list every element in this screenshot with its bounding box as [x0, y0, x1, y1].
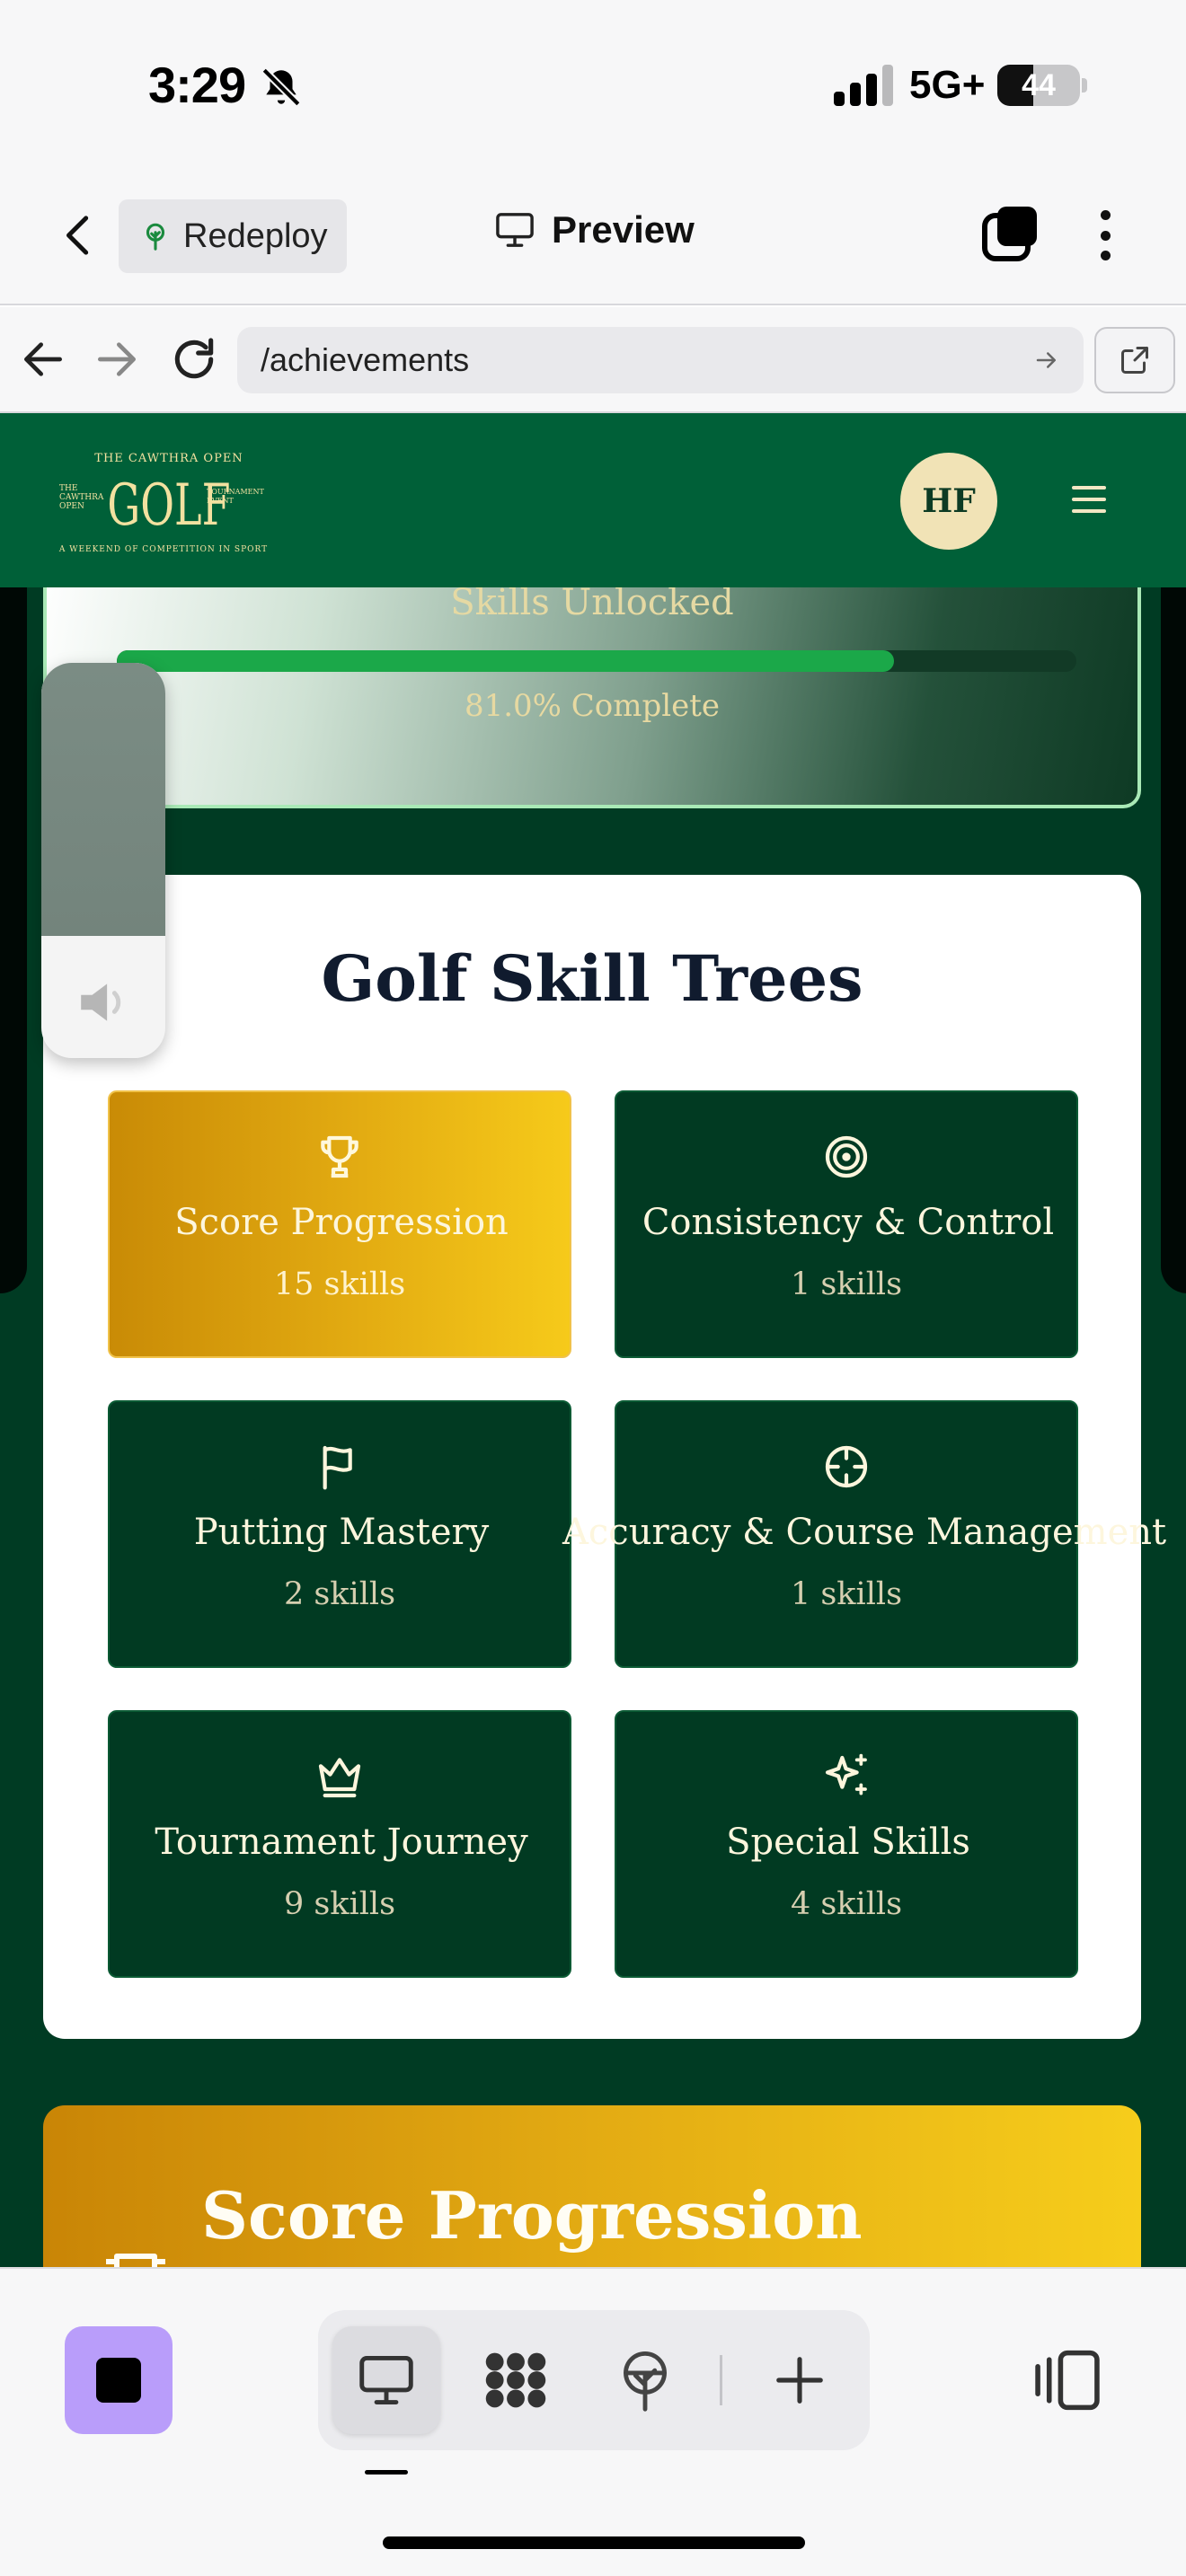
home-indicator: [383, 2536, 805, 2549]
skill-tree-label: Score Progression: [174, 1202, 509, 1243]
user-avatar[interactable]: HF: [900, 453, 997, 550]
go-arrow-icon[interactable]: [1033, 347, 1060, 374]
trophy-icon: [321, 1135, 358, 1178]
target-icon: [825, 1135, 868, 1178]
deploy-view-button[interactable]: [591, 2326, 699, 2434]
redeploy-label: Redeploy: [183, 216, 328, 255]
stop-button[interactable]: [65, 2326, 173, 2434]
skill-tree-count: 1 skills: [790, 1266, 903, 1302]
skill-tree-count: 4 skills: [790, 1886, 903, 1922]
crosshair-icon: [825, 1445, 868, 1488]
url-field[interactable]: /achievements: [237, 327, 1084, 393]
grid-dots-icon: [485, 2352, 546, 2408]
tree-icon: [146, 223, 165, 251]
skill-tree-label: Putting Mastery: [193, 1512, 490, 1553]
separator: [720, 2355, 722, 2405]
skills-unlocked-label: Skills Unlocked: [450, 582, 734, 623]
stop-icon: [96, 2358, 141, 2403]
progress-percent: 81.0% Complete: [464, 688, 721, 724]
cawthra-open-golf-logo[interactable]: THE CAWTHRA OPEN THE CAWTHRA OPEN GOLF T…: [56, 446, 271, 562]
sparkles-icon: [825, 1753, 867, 1795]
flag-icon: [323, 1445, 352, 1490]
monitor-icon: [496, 213, 534, 247]
reload-icon[interactable]: [169, 334, 219, 384]
redeploy-button[interactable]: Redeploy: [119, 199, 347, 273]
skill-tree-count: 1 skills: [790, 1576, 903, 1612]
svg-text:A WEEKEND OF COMPETITION IN SP: A WEEKEND OF COMPETITION IN SPORT: [58, 545, 268, 554]
crown-icon: [318, 1758, 361, 1798]
battery-icon: 44: [997, 65, 1080, 106]
address-bar: /achievements: [0, 307, 1186, 413]
side-shadow-right: [1161, 557, 1186, 1293]
skill-tree-tournament-journey[interactable]: Tournament Journey 9 skills: [108, 1710, 571, 1978]
svg-text:THE CAWTHRA OPEN: THE CAWTHRA OPEN: [94, 452, 243, 465]
site-header: THE CAWTHRA OPEN THE CAWTHRA OPEN GOLF T…: [0, 413, 1186, 587]
trophy-icon: [106, 2254, 165, 2267]
skill-trees-panel: Golf Skill Trees Score Progression 15 sk…: [43, 875, 1166, 2039]
url-text: /achievements: [261, 341, 470, 378]
volume-level: [41, 663, 165, 936]
battery-level: 44: [1022, 68, 1056, 102]
svg-text:THE: THE: [59, 484, 77, 493]
status-bar: 3:29 5G+ 44: [0, 0, 1186, 171]
skill-tree-special-skills[interactable]: Special Skills 4 skills: [615, 1710, 1078, 1978]
active-view-underline: [365, 2470, 408, 2475]
battery-nub: [1082, 78, 1087, 93]
skill-tree-label: Accuracy & Course Management: [562, 1512, 1167, 1553]
signal-icon: [834, 65, 893, 106]
score-progression-title: Score Progression: [201, 2177, 863, 2254]
side-panel-icon[interactable]: [1033, 2346, 1102, 2414]
svg-text:TOURNAMENT: TOURNAMENT: [207, 488, 264, 496]
browser-back-icon[interactable]: [18, 334, 68, 384]
open-external-button[interactable]: [1094, 327, 1175, 393]
speaker-icon: [81, 984, 121, 1021]
skill-tree-accuracy-course-management[interactable]: Accuracy & Course Management 1 skills: [562, 1400, 1166, 1668]
skill-trees-title: Golf Skill Trees: [321, 941, 863, 1016]
desktop-view-button[interactable]: [332, 2326, 440, 2434]
svg-text:CAWTHRA: CAWTHRA: [59, 493, 104, 502]
network-type: 5G+: [909, 63, 986, 107]
svg-text:GOLF: GOLF: [107, 472, 230, 539]
view-switcher: [318, 2310, 870, 2450]
svg-text:OPEN: OPEN: [59, 502, 84, 511]
skill-tree-consistency-control[interactable]: Consistency & Control 1 skills: [615, 1090, 1078, 1358]
side-shadow-left: [0, 557, 27, 1293]
bottom-bar: [0, 2267, 1186, 2576]
skill-tree-score-progression[interactable]: Score Progression 15 skills: [108, 1090, 571, 1358]
skill-tree-count: 9 skills: [283, 1886, 396, 1922]
progress-bar: [117, 650, 1076, 672]
menu-icon[interactable]: [1072, 486, 1106, 513]
progress-bar-fill: [117, 650, 895, 672]
site-viewport: Skills Unlocked 81.0% Complete THE CAWTH…: [0, 413, 1186, 2267]
skill-tree-count: 15 skills: [273, 1266, 406, 1302]
more-options-button[interactable]: [1085, 207, 1125, 264]
status-time: 3:29: [148, 57, 246, 113]
back-button[interactable]: [52, 208, 106, 262]
preview-label: Preview: [552, 208, 695, 251]
external-link-icon: [1121, 347, 1148, 374]
chevron-left-icon: [66, 216, 89, 255]
bell-slash-icon: [261, 67, 301, 107]
skill-tree-count: 2 skills: [283, 1576, 396, 1612]
add-button[interactable]: [746, 2326, 854, 2434]
tabs-icon[interactable]: [981, 205, 1039, 262]
preview-title[interactable]: Preview: [494, 208, 695, 251]
score-progression-section: Score Progression: [43, 2105, 1141, 2267]
svg-text:EVENT: EVENT: [207, 497, 234, 505]
skill-tree-label: Special Skills: [726, 1822, 970, 1863]
monitor-icon: [359, 2356, 413, 2404]
skill-tree-putting-mastery[interactable]: Putting Mastery 2 skills: [108, 1400, 571, 1668]
skill-tree-label: Consistency & Control: [642, 1202, 1055, 1243]
tree-icon: [624, 2351, 667, 2412]
volume-indicator: [41, 663, 165, 1058]
app-toolbar: Redeploy Preview: [0, 171, 1186, 305]
browser-forward-icon[interactable]: [92, 334, 142, 384]
plus-icon: [776, 2357, 823, 2404]
apps-view-button[interactable]: [462, 2326, 570, 2434]
skill-tree-label: Tournament Journey: [155, 1822, 528, 1863]
